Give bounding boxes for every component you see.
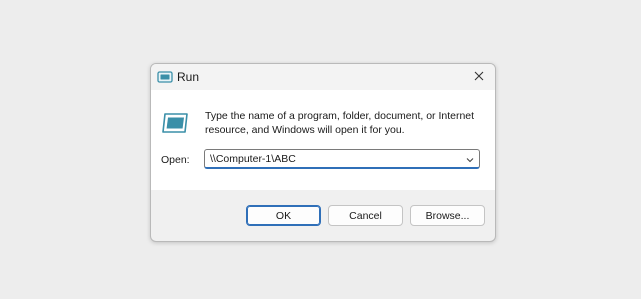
- instructions-text: Type the name of a program, folder, docu…: [205, 110, 475, 136]
- ok-button[interactable]: OK: [246, 205, 321, 226]
- open-label: Open:: [161, 154, 190, 166]
- open-combobox[interactable]: \\Computer-1\ABC: [204, 149, 480, 169]
- chevron-down-icon[interactable]: [464, 153, 476, 165]
- run-dialog: Run Type the name of a program, folder, …: [150, 63, 496, 242]
- cancel-button[interactable]: Cancel: [328, 205, 403, 226]
- run-app-icon: [157, 70, 173, 84]
- close-icon: [474, 68, 484, 86]
- title-bar[interactable]: Run: [151, 64, 495, 90]
- window-title: Run: [177, 70, 200, 84]
- run-program-icon: [161, 110, 191, 136]
- browse-button[interactable]: Browse...: [410, 205, 485, 226]
- dialog-body: Type the name of a program, folder, docu…: [151, 90, 495, 190]
- open-input[interactable]: \\Computer-1\ABC: [210, 153, 296, 165]
- close-button[interactable]: [468, 66, 490, 88]
